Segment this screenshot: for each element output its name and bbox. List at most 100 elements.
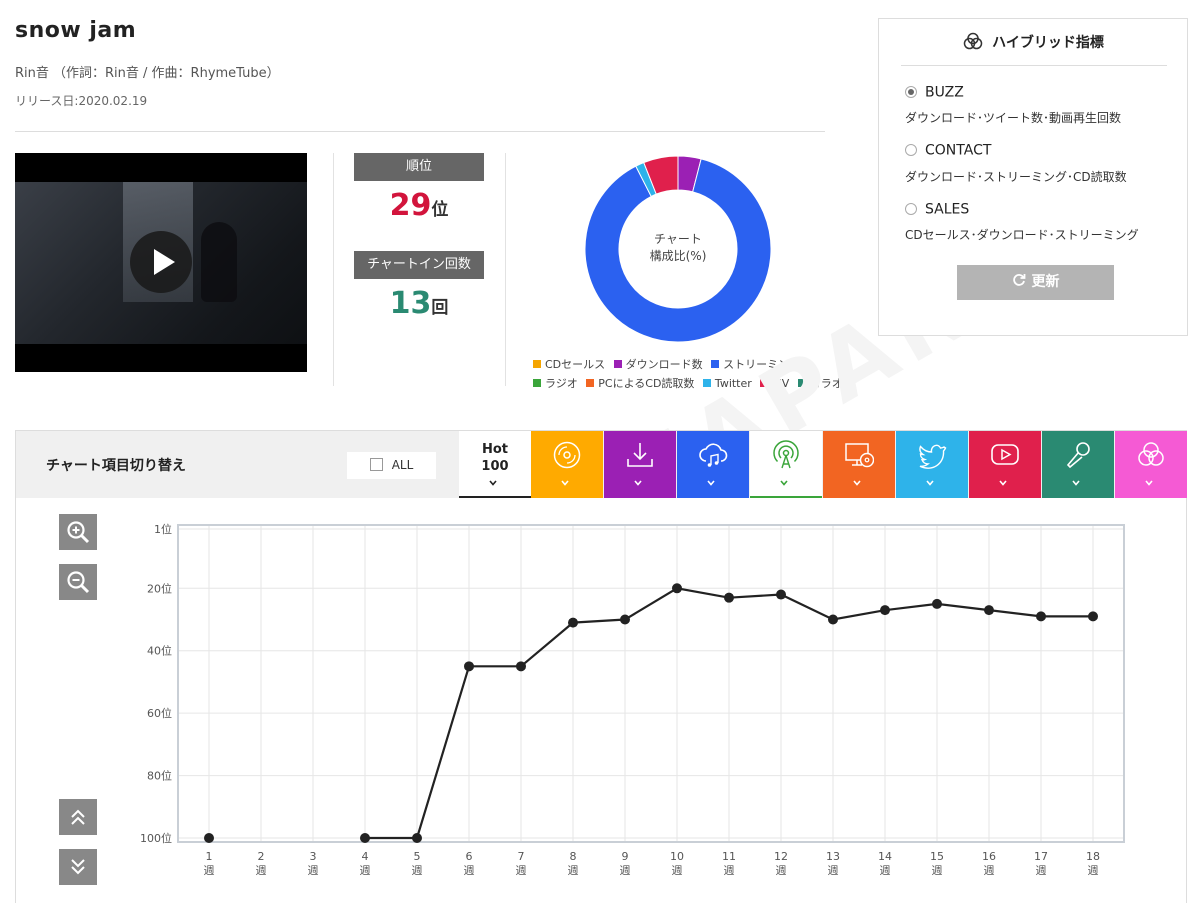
legend-item-pc-cd[interactable]: PCによるCD読取数 xyxy=(586,377,694,390)
x-tick-unit: 週 xyxy=(724,864,735,877)
chevron-down-icon xyxy=(853,480,861,486)
pc-cd-icon xyxy=(845,443,874,468)
tab-twitter[interactable] xyxy=(896,431,968,498)
scroll-down-button[interactable] xyxy=(59,849,97,885)
double-chevron-up-icon xyxy=(71,809,85,825)
legend-item-radio[interactable]: ラジオ xyxy=(533,377,578,390)
chevron-down-icon xyxy=(634,480,642,486)
data-point[interactable] xyxy=(516,661,526,672)
data-point[interactable] xyxy=(412,833,422,843)
microphone-icon xyxy=(1066,442,1090,469)
tab-mv[interactable] xyxy=(969,431,1041,498)
data-point[interactable] xyxy=(724,592,734,603)
x-tick-unit: 週 xyxy=(1036,864,1047,877)
legend-item-cd-sales[interactable]: CDセールス xyxy=(533,358,605,371)
x-tick-label: 9 xyxy=(622,850,629,863)
zoom-out-button[interactable] xyxy=(59,564,97,600)
video-player[interactable] xyxy=(15,153,307,372)
x-tick-unit: 週 xyxy=(828,864,839,877)
x-tick-label: 18 xyxy=(1086,850,1100,863)
cd-icon xyxy=(553,441,581,469)
x-tick-unit: 週 xyxy=(464,864,475,877)
data-point[interactable] xyxy=(932,598,942,609)
data-point[interactable] xyxy=(672,583,682,594)
download-icon xyxy=(627,443,653,467)
scroll-up-button[interactable] xyxy=(59,799,97,835)
all-label: ALL xyxy=(391,458,414,472)
x-tick-label: 11 xyxy=(722,850,736,863)
tab-hot100[interactable]: Hot 100 xyxy=(459,431,531,498)
artist-credits: Rin音 （作詞：Rin音 / 作曲：RhymeTube） xyxy=(15,66,280,81)
option-buzz[interactable]: BUZZ xyxy=(905,82,964,101)
chevron-down-icon xyxy=(707,480,715,486)
refresh-icon xyxy=(1012,274,1025,286)
data-point[interactable] xyxy=(360,833,370,843)
data-point[interactable] xyxy=(464,661,474,672)
zoom-in-button[interactable] xyxy=(59,514,97,550)
x-tick-label: 3 xyxy=(310,850,317,863)
tab-cd-sales[interactable] xyxy=(531,431,603,498)
x-tick-label: 14 xyxy=(878,850,892,863)
chartin-label: チャートイン回数 xyxy=(354,251,484,279)
update-button[interactable]: 更新 xyxy=(957,265,1114,300)
data-point[interactable] xyxy=(568,617,578,628)
data-point[interactable] xyxy=(776,589,786,600)
x-tick-label: 16 xyxy=(982,850,996,863)
tab-radio[interactable] xyxy=(750,431,822,498)
option-contact[interactable]: CONTACT xyxy=(905,140,991,159)
data-point[interactable] xyxy=(984,605,994,616)
data-point[interactable] xyxy=(620,614,630,625)
y-tick-label: 80位 xyxy=(147,769,172,783)
all-checkbox[interactable] xyxy=(369,458,383,471)
y-tick-label: 100位 xyxy=(140,831,172,845)
hybrid-title-rule xyxy=(901,65,1167,66)
tab-streaming[interactable] xyxy=(677,431,749,498)
x-tick-label: 6 xyxy=(466,850,473,863)
x-tick-unit: 週 xyxy=(256,864,267,877)
data-point[interactable] xyxy=(880,605,890,616)
all-toggle[interactable]: ALL xyxy=(347,452,436,479)
section-divider xyxy=(505,153,506,386)
video-icon xyxy=(991,444,1019,465)
option-buzz-desc: ダウンロード･ツイート数･動画再生回数 xyxy=(905,111,1122,125)
chart-panel: チャート項目切り替え ALL Hot 100 1位 20位 40位 60位 80… xyxy=(15,430,1187,903)
radio-sales[interactable] xyxy=(905,202,917,215)
radio-buzz[interactable] xyxy=(905,85,917,98)
twitter-icon xyxy=(919,444,947,469)
data-point[interactable] xyxy=(828,614,838,625)
tab-karaoke[interactable] xyxy=(1042,431,1114,498)
chevron-down-icon xyxy=(1145,480,1153,486)
hybrid-title-text: ハイブリッド指標 xyxy=(992,35,1104,51)
chevron-down-icon xyxy=(561,480,569,486)
legend-item-download[interactable]: ダウンロード数 xyxy=(613,358,703,371)
radio-icon xyxy=(773,440,799,469)
data-point[interactable] xyxy=(1088,611,1098,622)
tab-hybrid[interactable] xyxy=(1115,431,1187,498)
data-point[interactable] xyxy=(204,833,214,843)
tab-pc-cd[interactable] xyxy=(823,431,895,498)
x-tick-unit: 週 xyxy=(932,864,943,877)
plot-area xyxy=(177,524,1125,843)
radio-contact[interactable] xyxy=(905,143,917,156)
release-date: リリース日:2020.02.19 xyxy=(15,94,148,108)
x-tick-label: 2 xyxy=(258,850,265,863)
x-tick-unit: 週 xyxy=(360,864,371,877)
play-button[interactable] xyxy=(130,231,192,293)
zoom-out-icon xyxy=(67,571,90,594)
tab-download[interactable] xyxy=(604,431,676,498)
x-tick-unit: 週 xyxy=(412,864,423,877)
rank-label: 順位 xyxy=(354,153,484,181)
chart-switch-label: チャート項目切り替え xyxy=(46,458,186,474)
data-point[interactable] xyxy=(1036,611,1046,622)
option-sales[interactable]: SALES xyxy=(905,199,969,218)
chartin-value: 13回 xyxy=(354,286,484,321)
donut-center-line2: 構成比(%) xyxy=(650,249,707,263)
hot100-line1: Hot xyxy=(481,442,509,457)
chevron-down-icon xyxy=(999,480,1007,486)
x-tick-label: 1 xyxy=(206,850,213,863)
cloud-music-icon xyxy=(699,443,728,467)
section-divider xyxy=(333,153,334,386)
x-tick-unit: 週 xyxy=(672,864,683,877)
chevron-down-icon xyxy=(926,480,934,486)
double-chevron-down-icon xyxy=(71,859,85,875)
